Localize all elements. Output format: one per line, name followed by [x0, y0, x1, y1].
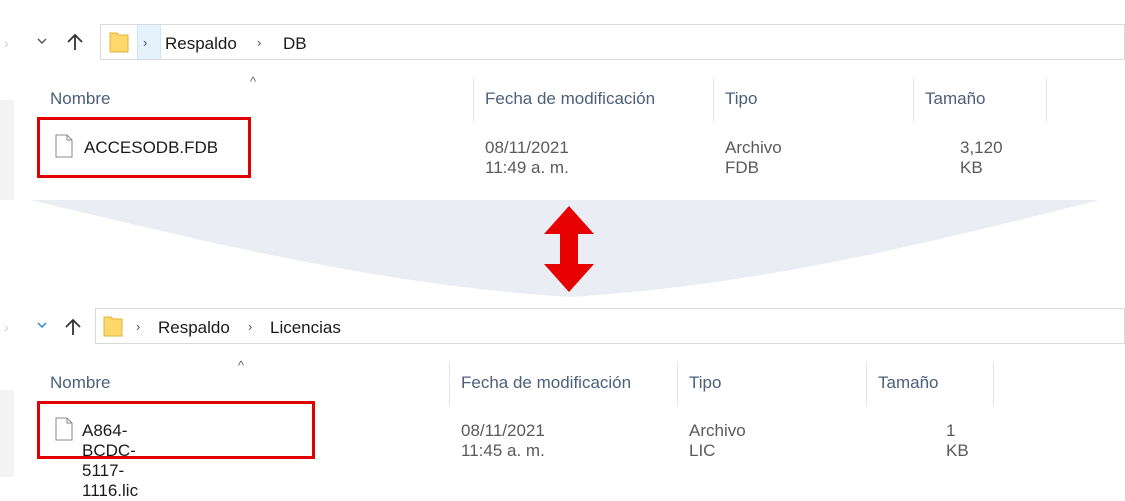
- breadcrumb-item-respaldo[interactable]: Respaldo: [165, 34, 237, 54]
- sort-ascending-icon: ^: [238, 358, 245, 373]
- column-header-date[interactable]: Fecha de modificación: [485, 89, 655, 109]
- column-header-type[interactable]: Tipo: [725, 89, 757, 109]
- folder-icon: [109, 32, 129, 53]
- explorer-window-db: › › Respaldo › DB ^ Nombre Fecha de modi…: [0, 0, 1125, 200]
- column-divider[interactable]: [913, 78, 914, 122]
- column-header-name[interactable]: Nombre: [50, 373, 110, 393]
- file-type: Archivo LIC: [689, 421, 746, 460]
- address-bar[interactable]: › Respaldo › DB: [100, 24, 1125, 60]
- column-header-name[interactable]: Nombre: [50, 89, 110, 109]
- column-divider[interactable]: [993, 362, 994, 406]
- breadcrumb-item-respaldo[interactable]: Respaldo: [158, 318, 230, 338]
- explorer-window-licencias: › › Respaldo › Licencias ^ Nombre Fecha …: [0, 298, 1125, 500]
- left-pane-edge: [0, 100, 14, 200]
- column-header-size[interactable]: Tamaño: [878, 373, 938, 393]
- up-arrow-icon[interactable]: [62, 316, 84, 338]
- column-divider[interactable]: [473, 78, 474, 122]
- chevron-down-icon[interactable]: [36, 35, 48, 47]
- folder-icon: [103, 316, 123, 337]
- chevron-down-icon[interactable]: [36, 319, 48, 331]
- column-divider[interactable]: [866, 362, 867, 406]
- address-bar[interactable]: › Respaldo › Licencias: [95, 308, 1125, 344]
- column-divider[interactable]: [1046, 78, 1047, 122]
- breadcrumb-item-db[interactable]: DB: [283, 34, 307, 54]
- file-size: 1 KB: [946, 421, 969, 460]
- sort-ascending-icon: ^: [250, 74, 257, 89]
- chevron-right-icon[interactable]: ›: [248, 319, 252, 334]
- column-divider[interactable]: [713, 78, 714, 122]
- file-highlight-box: [37, 117, 251, 178]
- double-arrow-icon: [544, 206, 594, 292]
- file-date: 08/11/2021 11:45 a. m.: [461, 421, 545, 460]
- breadcrumb-item-licencias[interactable]: Licencias: [270, 318, 341, 338]
- file-date: 08/11/2021 11:49 a. m.: [485, 138, 569, 177]
- breadcrumb-root-highlight[interactable]: [137, 25, 161, 59]
- column-header-type[interactable]: Tipo: [689, 373, 721, 393]
- column-divider[interactable]: [449, 362, 450, 406]
- file-highlight-box: [37, 401, 315, 459]
- column-header-size[interactable]: Tamaño: [925, 89, 985, 109]
- up-arrow-icon[interactable]: [64, 31, 86, 53]
- file-type: Archivo FDB: [725, 138, 782, 177]
- file-size: 3,120 KB: [960, 138, 1003, 177]
- column-header-date[interactable]: Fecha de modificación: [461, 373, 631, 393]
- nav-back-chevron-icon[interactable]: ›: [4, 319, 9, 335]
- column-divider[interactable]: [677, 362, 678, 406]
- chevron-right-icon[interactable]: ›: [143, 35, 147, 50]
- chevron-right-icon[interactable]: ›: [257, 35, 261, 50]
- chevron-right-icon[interactable]: ›: [136, 319, 140, 334]
- left-pane-edge: [0, 390, 14, 477]
- nav-back-chevron-icon[interactable]: ›: [4, 35, 9, 51]
